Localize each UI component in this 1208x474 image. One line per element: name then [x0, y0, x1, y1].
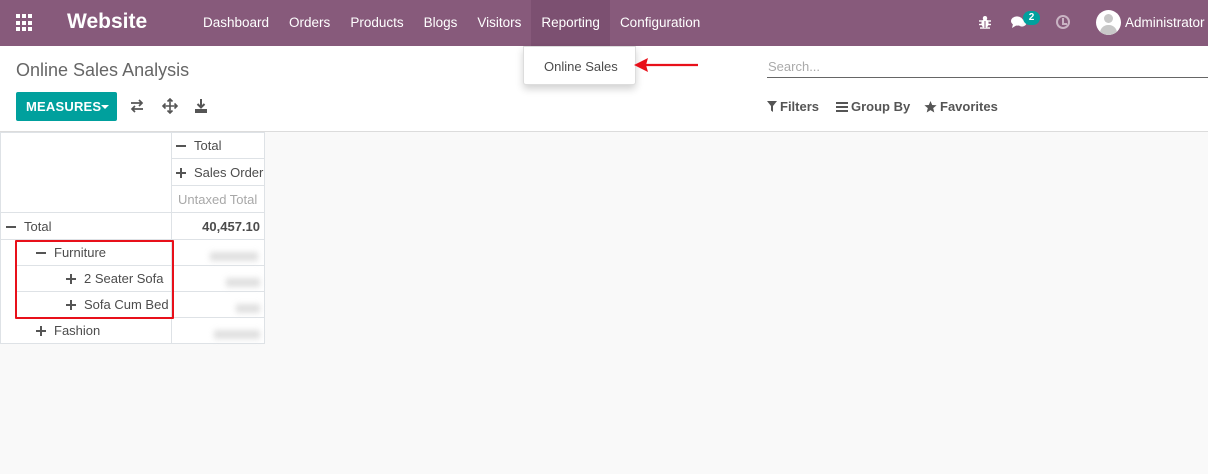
col-header-sales-order[interactable]: Sales Order: [176, 165, 263, 180]
blurred-value: [236, 304, 260, 313]
dropdown-item-online-sales[interactable]: Online Sales: [544, 59, 618, 74]
group-by-toggle[interactable]: Group By: [836, 99, 910, 114]
apps-grid-icon[interactable]: [16, 14, 34, 32]
expand-all-icon[interactable]: [162, 98, 178, 114]
menu-item-orders[interactable]: Orders: [279, 0, 340, 46]
row-header-fashion[interactable]: Fashion: [36, 323, 100, 338]
search-box: [767, 56, 1208, 78]
list-icon: [836, 101, 848, 112]
main-menu: Dashboard Orders Products Blogs Visitors…: [193, 0, 710, 46]
menu-item-configuration[interactable]: Configuration: [610, 0, 710, 46]
measures-button-label: MEASURES: [26, 99, 102, 114]
group-by-label: Group By: [851, 99, 911, 114]
favorites-toggle[interactable]: Favorites: [924, 99, 998, 114]
blurred-value: [214, 330, 260, 339]
measures-button[interactable]: MEASURES: [16, 92, 117, 121]
clock-icon[interactable]: [1056, 15, 1070, 29]
caret-down-icon: [101, 105, 109, 109]
filters-toggle[interactable]: Filters: [767, 99, 819, 114]
filter-icon: [767, 101, 777, 112]
favorites-label: Favorites: [940, 99, 998, 114]
user-name[interactable]: Administrator: [1125, 15, 1205, 30]
blurred-value: [210, 252, 258, 261]
menu-item-blogs[interactable]: Blogs: [414, 0, 468, 46]
plus-icon: [36, 325, 46, 336]
app-brand: Website: [67, 10, 148, 33]
annotation-highlight-box: [15, 240, 174, 319]
page-title: Online Sales Analysis: [16, 60, 190, 80]
menu-item-products[interactable]: Products: [340, 0, 413, 46]
avatar[interactable]: [1096, 10, 1121, 35]
row-header-total[interactable]: Total: [6, 219, 51, 234]
annotation-arrow-icon: [634, 58, 698, 72]
reporting-dropdown: Online Sales: [523, 46, 636, 85]
measure-header[interactable]: Untaxed Total: [178, 192, 257, 207]
star-icon: [924, 100, 937, 112]
menu-item-visitors[interactable]: Visitors: [467, 0, 531, 46]
filters-label: Filters: [780, 99, 820, 114]
menu-item-dashboard[interactable]: Dashboard: [193, 0, 279, 46]
minus-icon: [176, 144, 186, 147]
blurred-value: [226, 278, 260, 287]
search-input[interactable]: [767, 56, 1208, 77]
plus-icon: [176, 167, 186, 178]
minus-icon: [6, 225, 16, 228]
col-header-total[interactable]: Total: [176, 138, 221, 153]
menu-item-reporting[interactable]: Reporting: [531, 0, 610, 46]
download-icon[interactable]: [193, 98, 209, 114]
flip-axis-icon[interactable]: [129, 98, 145, 114]
top-navbar: Website Dashboard Orders Products Blogs …: [0, 0, 1208, 46]
bug-icon[interactable]: [978, 15, 992, 29]
chat-count-badge: 2: [1023, 11, 1040, 25]
total-value: 40,457.10: [202, 219, 260, 234]
